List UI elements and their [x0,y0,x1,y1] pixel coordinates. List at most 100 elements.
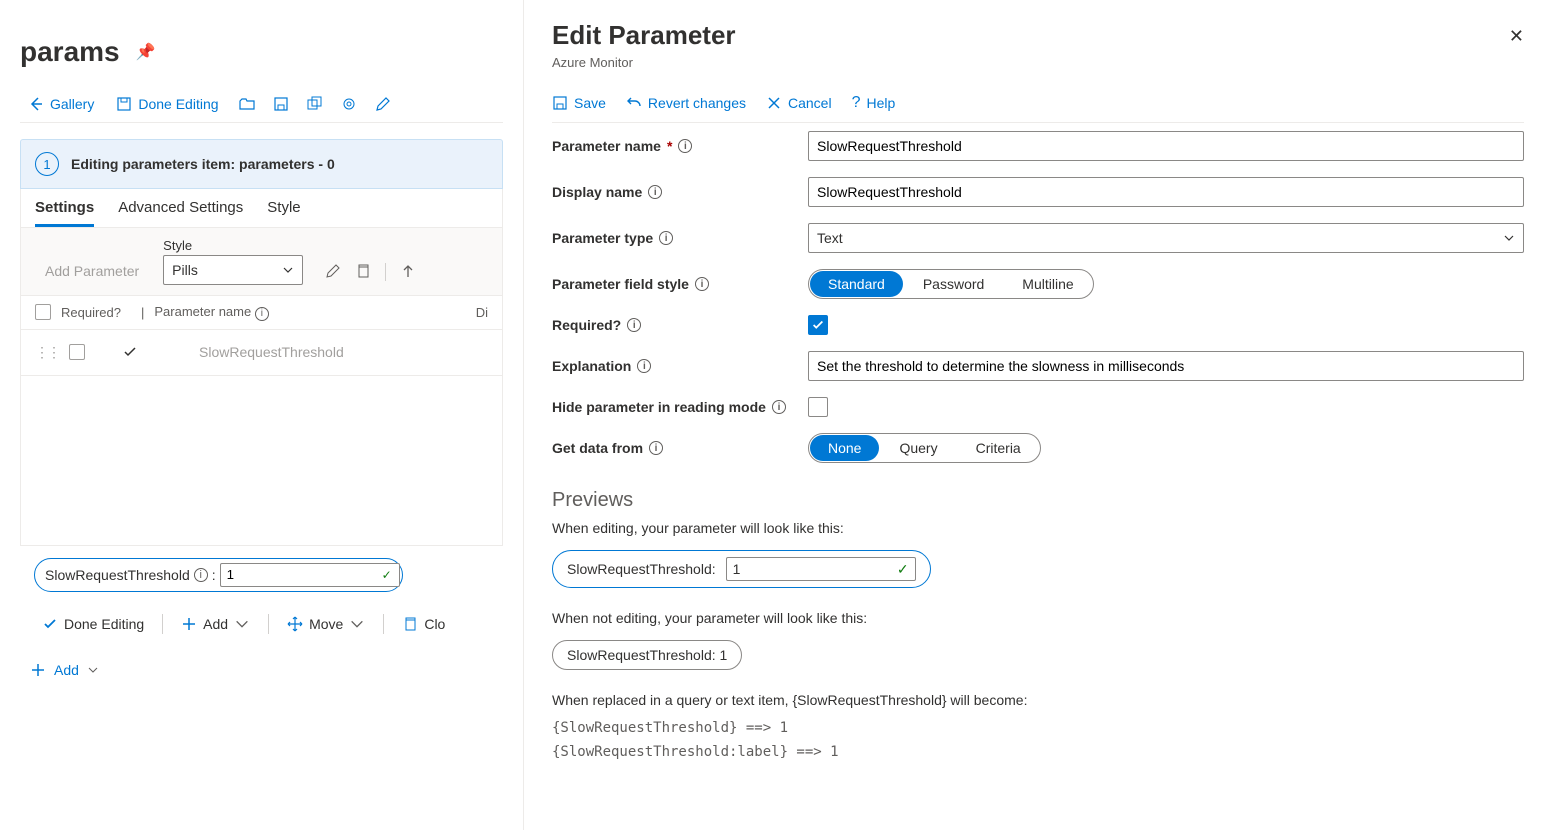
clone-footer-button[interactable]: Clo [394,612,453,636]
preview-static-pill: SlowRequestThreshold: 1 [552,640,742,670]
parameter-pill[interactable]: SlowRequestThreshold i : ✓ [34,558,403,592]
hide-param-checkbox[interactable] [808,397,828,417]
preview-pill-label: SlowRequestThreshold: [567,561,716,577]
getdata-opt-criteria[interactable]: Criteria [958,435,1039,461]
pill-label: SlowRequestThreshold [45,567,190,583]
info-icon[interactable]: i [695,277,709,291]
row-checkbox[interactable] [69,344,85,360]
drag-handle-icon[interactable]: ⋮⋮ [35,344,59,361]
add-footer-button[interactable]: Add [173,612,258,636]
move-footer-button[interactable]: Move [279,612,373,636]
move-icon [287,616,303,632]
column-param-name: Parameter name [154,304,251,319]
close-icon[interactable]: ✕ [1509,26,1524,47]
preview-pill-input[interactable]: 1 ✓ [726,557,916,581]
tab-style[interactable]: Style [267,199,300,227]
select-all-checkbox[interactable] [35,304,51,320]
tabs: Settings Advanced Settings Style [20,189,503,228]
valid-check-icon: ✓ [897,561,909,578]
tab-advanced-settings[interactable]: Advanced Settings [118,199,243,227]
done-editing-footer-button[interactable]: Done Editing [34,612,152,636]
preview-notediting-text: When not editing, your parameter will lo… [552,610,1524,626]
question-icon: ? [852,94,861,112]
param-type-select[interactable]: Text [808,223,1524,253]
previews-title: Previews [552,489,1524,512]
revert-button[interactable]: Revert changes [626,94,746,112]
label-hide-param: Hide parameter in reading mode [552,399,766,415]
pencil-icon[interactable] [369,92,397,116]
table-row[interactable]: ⋮⋮ SlowRequestThreshold [20,330,503,376]
param-name-input[interactable] [808,131,1524,161]
style-opt-multiline[interactable]: Multiline [1004,271,1091,297]
get-data-group: None Query Criteria [808,433,1041,463]
panel-subtitle: Azure Monitor [552,55,1524,70]
valid-check-icon: ✓ [382,568,392,582]
info-icon[interactable]: i [649,441,663,455]
label-required: Required? [552,317,621,333]
cancel-button[interactable]: Cancel [766,94,832,112]
pin-icon[interactable]: 📌 [136,42,156,62]
save-icon [552,95,568,111]
required-checkbox[interactable] [808,315,828,335]
getdata-opt-none[interactable]: None [810,435,879,461]
help-button[interactable]: ? Help [852,94,896,112]
label-field-style: Parameter field style [552,276,689,292]
chevron-down-icon [87,664,99,676]
plus-icon [30,662,46,678]
arrow-up-icon[interactable] [400,263,416,279]
column-display: Di [476,305,488,320]
info-icon[interactable]: i [194,568,208,582]
info-icon[interactable]: i [648,185,662,199]
display-name-input[interactable] [808,177,1524,207]
add-bottom-button[interactable]: Add [20,646,503,678]
style-label: Style [163,238,303,253]
preview-editing-pill: SlowRequestThreshold: 1 ✓ [552,550,931,588]
info-icon[interactable]: i [255,307,269,321]
plus-icon [181,616,197,632]
row-param-name: SlowRequestThreshold [199,344,344,360]
style-select[interactable]: Pills [163,255,303,285]
column-required: Required? [61,305,131,320]
arrow-left-icon [28,96,44,112]
info-icon[interactable]: i [659,231,673,245]
chevron-down-icon [282,264,294,276]
pill-value-input[interactable] [220,563,400,587]
code-line-2: {SlowRequestThreshold:label} ==> 1 [552,740,1524,764]
save-icon [116,96,132,112]
panel-title: Edit Parameter [552,20,1524,51]
save-button[interactable]: Save [552,94,606,112]
explanation-input[interactable] [808,351,1524,381]
tab-settings[interactable]: Settings [35,199,94,227]
label-display-name: Display name [552,184,642,200]
info-icon[interactable]: i [772,400,786,414]
col-separator: | [141,305,144,320]
style-opt-password[interactable]: Password [905,271,1002,297]
label-param-name: Parameter name [552,138,661,154]
info-icon[interactable]: i [637,359,651,373]
copy-icon [402,616,418,632]
getdata-opt-query[interactable]: Query [881,435,955,461]
step-header: 1 Editing parameters item: parameters - … [20,139,503,189]
chevron-down-icon [234,616,250,632]
settings-gear-icon[interactable] [335,92,363,116]
info-icon[interactable]: i [627,318,641,332]
copy-icon[interactable] [355,263,371,279]
done-editing-button[interactable]: Done Editing [108,92,226,116]
info-icon[interactable]: i [678,139,692,153]
required-checkmark-icon [95,344,165,360]
preview-replace-text: When replaced in a query or text item, {… [552,692,1524,708]
add-parameter-button[interactable]: Add Parameter [35,257,149,285]
preview-editing-text: When editing, your parameter will look l… [552,520,1524,536]
label-explanation: Explanation [552,358,631,374]
edit-icon[interactable] [325,263,341,279]
gallery-button[interactable]: Gallery [20,92,102,116]
style-opt-standard[interactable]: Standard [810,271,903,297]
chevron-down-icon [1503,232,1515,244]
code-line-1: {SlowRequestThreshold} ==> 1 [552,716,1524,740]
disks-icon[interactable] [301,92,329,116]
open-icon[interactable] [233,92,261,116]
check-icon [42,616,58,632]
label-param-type: Parameter type [552,230,653,246]
disk-icon[interactable] [267,92,295,116]
field-style-group: Standard Password Multiline [808,269,1094,299]
